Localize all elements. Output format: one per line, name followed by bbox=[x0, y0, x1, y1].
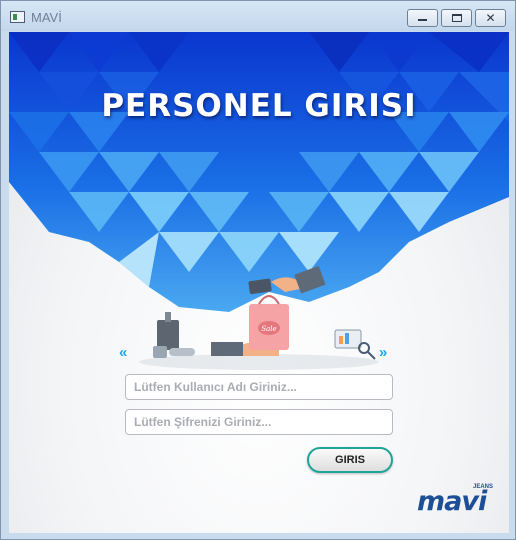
maximize-icon bbox=[451, 14, 462, 22]
page-title: PERSONEL GIRISI bbox=[101, 88, 417, 124]
login-panel: PERSONEL GIRISI Sale « » GIRIS bbox=[9, 32, 509, 533]
minimize-icon bbox=[418, 19, 427, 21]
chevron-double-left-icon[interactable]: « bbox=[119, 344, 128, 361]
close-button[interactable]: ✕ bbox=[475, 9, 506, 27]
sale-tag-text: Sale bbox=[261, 325, 276, 333]
shopping-illustration: Sale bbox=[139, 265, 379, 370]
minimize-button[interactable] bbox=[407, 9, 438, 27]
password-input[interactable] bbox=[125, 409, 393, 435]
app-window: MAVİ ✕ PERSONEL GIRISI Sale « » Lütfen K… bbox=[0, 0, 516, 540]
app-icon bbox=[10, 11, 25, 23]
maximize-button[interactable] bbox=[441, 9, 472, 27]
title-bar[interactable]: MAVİ ✕ bbox=[1, 1, 515, 31]
window-title: MAVİ bbox=[31, 10, 62, 25]
close-icon: ✕ bbox=[485, 11, 496, 25]
mavi-logo: JEANS mavi bbox=[417, 482, 497, 518]
username-input[interactable] bbox=[125, 374, 393, 400]
login-button[interactable]: GIRIS bbox=[307, 447, 393, 473]
logo-wordmark: mavi bbox=[417, 486, 487, 517]
chevron-double-right-icon[interactable]: » bbox=[379, 344, 388, 361]
